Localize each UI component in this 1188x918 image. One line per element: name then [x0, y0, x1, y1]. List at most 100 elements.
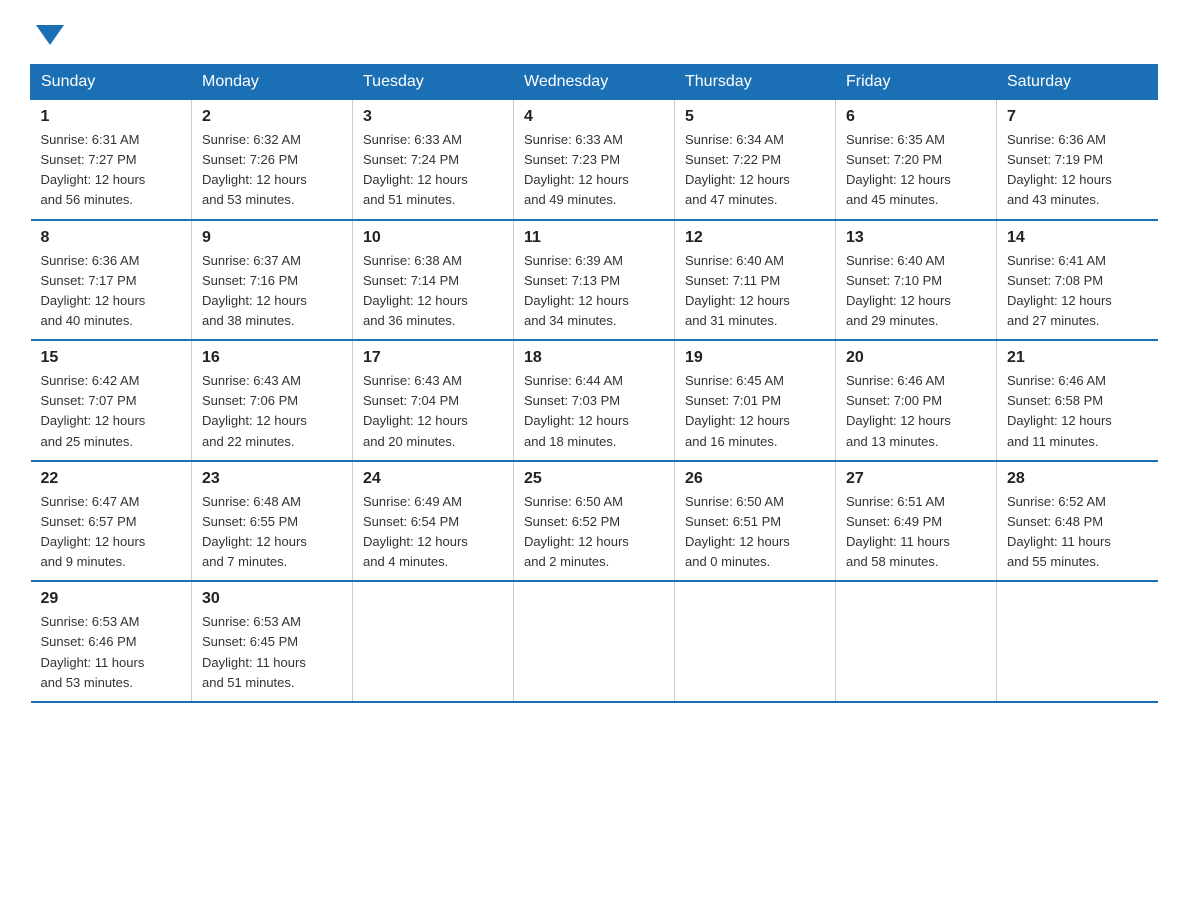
day-cell: 16 Sunrise: 6:43 AMSunset: 7:06 PMDaylig…: [192, 340, 353, 461]
day-cell: 7 Sunrise: 6:36 AMSunset: 7:19 PMDayligh…: [997, 100, 1158, 220]
day-number: 6: [846, 108, 986, 126]
day-info: Sunrise: 6:51 AMSunset: 6:49 PMDaylight:…: [846, 492, 986, 573]
day-info: Sunrise: 6:35 AMSunset: 7:20 PMDaylight:…: [846, 130, 986, 211]
day-number: 12: [685, 229, 825, 247]
day-cell: 6 Sunrise: 6:35 AMSunset: 7:20 PMDayligh…: [836, 100, 997, 220]
header-cell-thursday: Thursday: [675, 65, 836, 100]
day-cell: 11 Sunrise: 6:39 AMSunset: 7:13 PMDaylig…: [514, 220, 675, 341]
day-number: 4: [524, 108, 664, 126]
week-row-4: 22 Sunrise: 6:47 AMSunset: 6:57 PMDaylig…: [31, 461, 1158, 582]
header-cell-wednesday: Wednesday: [514, 65, 675, 100]
day-number: 25: [524, 470, 664, 488]
day-number: 7: [1007, 108, 1148, 126]
day-cell: 23 Sunrise: 6:48 AMSunset: 6:55 PMDaylig…: [192, 461, 353, 582]
day-number: 20: [846, 349, 986, 367]
day-cell: 12 Sunrise: 6:40 AMSunset: 7:11 PMDaylig…: [675, 220, 836, 341]
day-info: Sunrise: 6:46 AMSunset: 6:58 PMDaylight:…: [1007, 371, 1148, 452]
day-number: 28: [1007, 470, 1148, 488]
day-info: Sunrise: 6:52 AMSunset: 6:48 PMDaylight:…: [1007, 492, 1148, 573]
day-number: 5: [685, 108, 825, 126]
day-number: 17: [363, 349, 503, 367]
day-cell: 22 Sunrise: 6:47 AMSunset: 6:57 PMDaylig…: [31, 461, 192, 582]
week-row-1: 1 Sunrise: 6:31 AMSunset: 7:27 PMDayligh…: [31, 100, 1158, 220]
day-info: Sunrise: 6:33 AMSunset: 7:23 PMDaylight:…: [524, 130, 664, 211]
header-cell-sunday: Sunday: [31, 65, 192, 100]
day-cell: 9 Sunrise: 6:37 AMSunset: 7:16 PMDayligh…: [192, 220, 353, 341]
day-cell: 1 Sunrise: 6:31 AMSunset: 7:27 PMDayligh…: [31, 100, 192, 220]
day-number: 13: [846, 229, 986, 247]
day-number: 27: [846, 470, 986, 488]
day-cell: 24 Sunrise: 6:49 AMSunset: 6:54 PMDaylig…: [353, 461, 514, 582]
header-cell-friday: Friday: [836, 65, 997, 100]
day-info: Sunrise: 6:38 AMSunset: 7:14 PMDaylight:…: [363, 251, 503, 332]
day-info: Sunrise: 6:32 AMSunset: 7:26 PMDaylight:…: [202, 130, 342, 211]
day-cell: 21 Sunrise: 6:46 AMSunset: 6:58 PMDaylig…: [997, 340, 1158, 461]
day-info: Sunrise: 6:48 AMSunset: 6:55 PMDaylight:…: [202, 492, 342, 573]
day-number: 18: [524, 349, 664, 367]
day-number: 14: [1007, 229, 1148, 247]
day-info: Sunrise: 6:44 AMSunset: 7:03 PMDaylight:…: [524, 371, 664, 452]
day-cell: 10 Sunrise: 6:38 AMSunset: 7:14 PMDaylig…: [353, 220, 514, 341]
day-info: Sunrise: 6:40 AMSunset: 7:11 PMDaylight:…: [685, 251, 825, 332]
day-cell: [353, 581, 514, 702]
calendar-header: SundayMondayTuesdayWednesdayThursdayFrid…: [31, 65, 1158, 100]
day-number: 26: [685, 470, 825, 488]
day-info: Sunrise: 6:36 AMSunset: 7:17 PMDaylight:…: [41, 251, 182, 332]
day-number: 29: [41, 590, 182, 608]
day-info: Sunrise: 6:40 AMSunset: 7:10 PMDaylight:…: [846, 251, 986, 332]
day-cell: 26 Sunrise: 6:50 AMSunset: 6:51 PMDaylig…: [675, 461, 836, 582]
day-cell: [514, 581, 675, 702]
day-info: Sunrise: 6:43 AMSunset: 7:06 PMDaylight:…: [202, 371, 342, 452]
day-number: 11: [524, 229, 664, 247]
header-row: SundayMondayTuesdayWednesdayThursdayFrid…: [31, 65, 1158, 100]
day-cell: [836, 581, 997, 702]
day-cell: [675, 581, 836, 702]
day-number: 24: [363, 470, 503, 488]
day-number: 16: [202, 349, 342, 367]
logo-triangle-icon: [36, 25, 64, 45]
header-cell-tuesday: Tuesday: [353, 65, 514, 100]
day-info: Sunrise: 6:37 AMSunset: 7:16 PMDaylight:…: [202, 251, 342, 332]
day-info: Sunrise: 6:36 AMSunset: 7:19 PMDaylight:…: [1007, 130, 1148, 211]
day-info: Sunrise: 6:50 AMSunset: 6:52 PMDaylight:…: [524, 492, 664, 573]
day-number: 30: [202, 590, 342, 608]
day-cell: 27 Sunrise: 6:51 AMSunset: 6:49 PMDaylig…: [836, 461, 997, 582]
week-row-5: 29 Sunrise: 6:53 AMSunset: 6:46 PMDaylig…: [31, 581, 1158, 702]
day-cell: 3 Sunrise: 6:33 AMSunset: 7:24 PMDayligh…: [353, 100, 514, 220]
day-cell: 4 Sunrise: 6:33 AMSunset: 7:23 PMDayligh…: [514, 100, 675, 220]
day-number: 3: [363, 108, 503, 126]
day-info: Sunrise: 6:46 AMSunset: 7:00 PMDaylight:…: [846, 371, 986, 452]
day-info: Sunrise: 6:53 AMSunset: 6:45 PMDaylight:…: [202, 612, 342, 693]
calendar-body: 1 Sunrise: 6:31 AMSunset: 7:27 PMDayligh…: [31, 100, 1158, 702]
day-cell: 20 Sunrise: 6:46 AMSunset: 7:00 PMDaylig…: [836, 340, 997, 461]
day-cell: 8 Sunrise: 6:36 AMSunset: 7:17 PMDayligh…: [31, 220, 192, 341]
day-info: Sunrise: 6:43 AMSunset: 7:04 PMDaylight:…: [363, 371, 503, 452]
day-info: Sunrise: 6:49 AMSunset: 6:54 PMDaylight:…: [363, 492, 503, 573]
day-cell: 14 Sunrise: 6:41 AMSunset: 7:08 PMDaylig…: [997, 220, 1158, 341]
page-header: [30, 20, 1158, 46]
day-info: Sunrise: 6:34 AMSunset: 7:22 PMDaylight:…: [685, 130, 825, 211]
day-info: Sunrise: 6:45 AMSunset: 7:01 PMDaylight:…: [685, 371, 825, 452]
day-number: 22: [41, 470, 182, 488]
header-cell-saturday: Saturday: [997, 65, 1158, 100]
day-number: 9: [202, 229, 342, 247]
day-info: Sunrise: 6:39 AMSunset: 7:13 PMDaylight:…: [524, 251, 664, 332]
day-info: Sunrise: 6:33 AMSunset: 7:24 PMDaylight:…: [363, 130, 503, 211]
day-info: Sunrise: 6:31 AMSunset: 7:27 PMDaylight:…: [41, 130, 182, 211]
week-row-3: 15 Sunrise: 6:42 AMSunset: 7:07 PMDaylig…: [31, 340, 1158, 461]
day-number: 15: [41, 349, 182, 367]
day-number: 21: [1007, 349, 1148, 367]
day-info: Sunrise: 6:47 AMSunset: 6:57 PMDaylight:…: [41, 492, 182, 573]
day-number: 23: [202, 470, 342, 488]
day-number: 10: [363, 229, 503, 247]
day-info: Sunrise: 6:42 AMSunset: 7:07 PMDaylight:…: [41, 371, 182, 452]
day-cell: 17 Sunrise: 6:43 AMSunset: 7:04 PMDaylig…: [353, 340, 514, 461]
calendar-table: SundayMondayTuesdayWednesdayThursdayFrid…: [30, 64, 1158, 703]
day-info: Sunrise: 6:50 AMSunset: 6:51 PMDaylight:…: [685, 492, 825, 573]
day-cell: 18 Sunrise: 6:44 AMSunset: 7:03 PMDaylig…: [514, 340, 675, 461]
day-info: Sunrise: 6:53 AMSunset: 6:46 PMDaylight:…: [41, 612, 182, 693]
day-cell: 25 Sunrise: 6:50 AMSunset: 6:52 PMDaylig…: [514, 461, 675, 582]
day-info: Sunrise: 6:41 AMSunset: 7:08 PMDaylight:…: [1007, 251, 1148, 332]
day-cell: [997, 581, 1158, 702]
day-cell: 5 Sunrise: 6:34 AMSunset: 7:22 PMDayligh…: [675, 100, 836, 220]
